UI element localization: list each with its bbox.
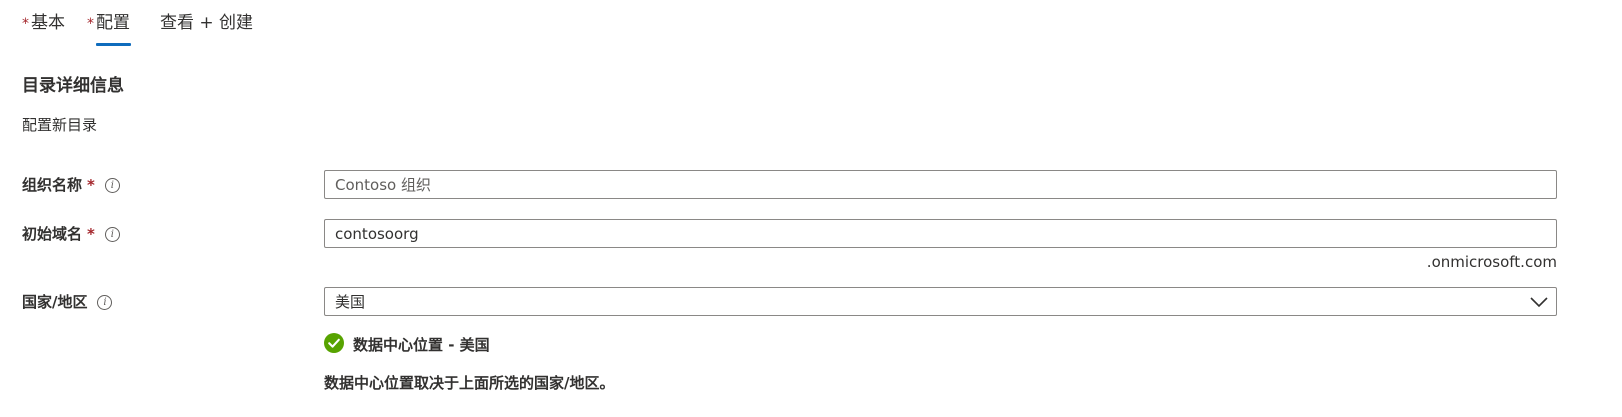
tab-configuration-label: 配置 xyxy=(96,13,130,33)
datacenter-location-note: 数据中心位置取决于上面所选的国家/地区。 xyxy=(324,374,615,392)
required-marker: * xyxy=(87,225,95,243)
section-description: 配置新目录 xyxy=(22,116,98,134)
org-name-input[interactable] xyxy=(324,170,1557,199)
country-label-text: 国家/地区 xyxy=(22,293,88,311)
info-icon[interactable]: i xyxy=(104,226,120,242)
country-label: 国家/地区 i xyxy=(22,291,113,313)
required-marker: * xyxy=(22,16,29,32)
tab-review-create-label: 查看 + 创建 xyxy=(160,13,254,33)
info-icon[interactable]: i xyxy=(97,294,113,310)
tab-basics-label: 基本 xyxy=(31,13,65,33)
info-icon[interactable]: i xyxy=(104,177,120,193)
domain-label-text: 初始域名 xyxy=(22,225,83,243)
domain-suffix: .onmicrosoft.com xyxy=(1426,253,1557,271)
domain-label: 初始域名 * i xyxy=(22,223,120,245)
org-name-label: 组织名称 * i xyxy=(22,174,120,196)
required-marker: * xyxy=(87,16,94,32)
create-tenant-page: *基本 *配置 查看 + 创建 目录详细信息 配置新目录 组织名称 * i 初始… xyxy=(0,0,1622,417)
domain-input[interactable] xyxy=(324,219,1557,248)
org-name-label-text: 组织名称 xyxy=(22,176,83,194)
tab-basics[interactable]: * 基本 xyxy=(22,10,65,37)
tab-configuration[interactable]: * 配置 xyxy=(87,10,130,37)
chevron-down-icon xyxy=(1530,297,1548,308)
datacenter-location-status: 数据中心位置 - 美国 xyxy=(353,336,490,354)
country-selected-value: 美国 xyxy=(335,293,366,311)
tab-review-create[interactable]: 查看 + 创建 xyxy=(160,10,253,36)
checkmark-circle-icon xyxy=(324,333,344,353)
required-marker: * xyxy=(87,176,95,194)
section-title: 目录详细信息 xyxy=(22,76,124,96)
country-dropdown[interactable]: 美国 xyxy=(324,287,1557,316)
active-tab-indicator xyxy=(96,43,131,46)
